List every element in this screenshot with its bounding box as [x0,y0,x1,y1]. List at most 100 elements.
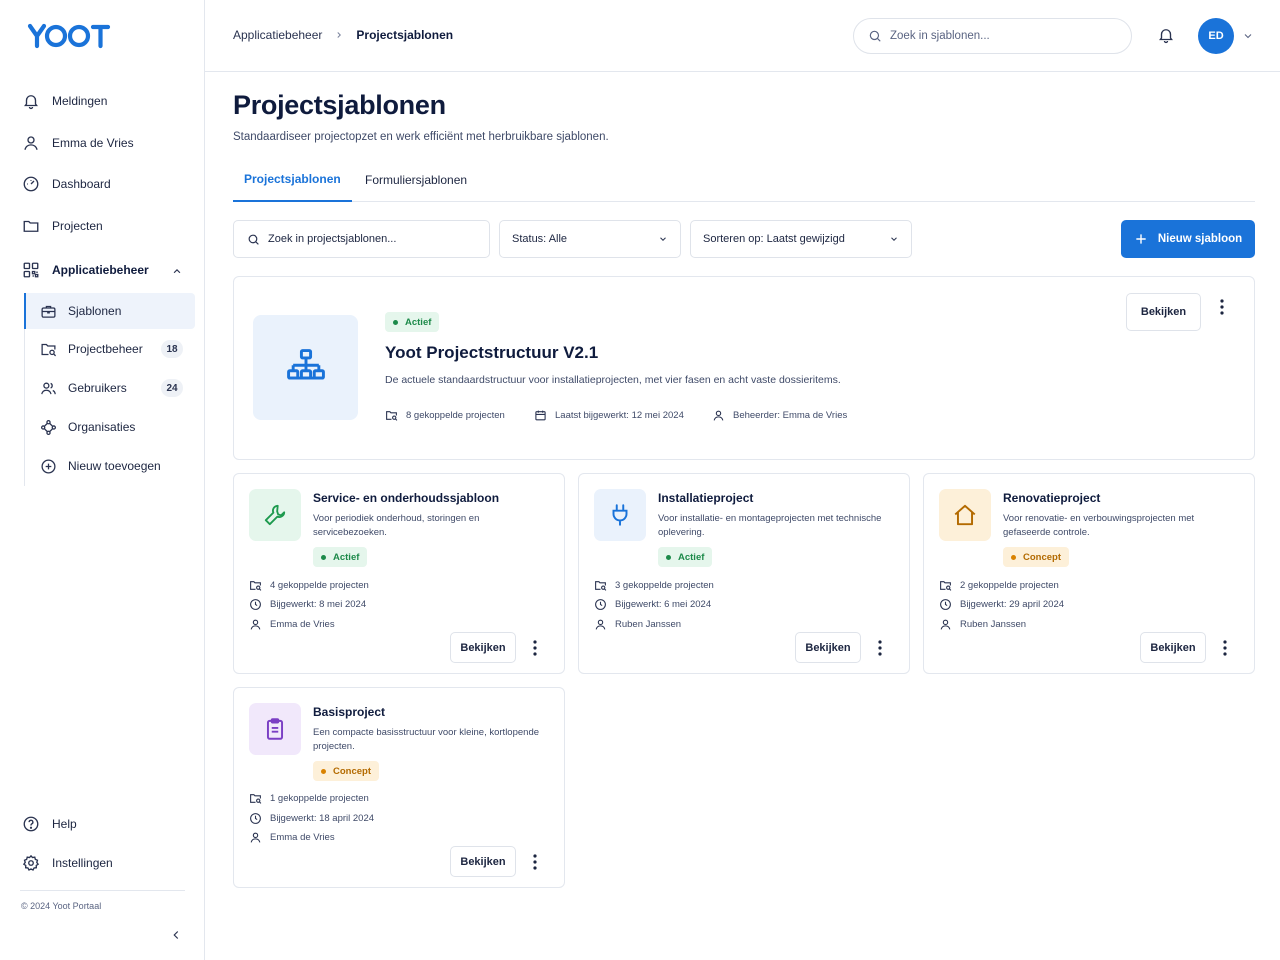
more-options-icon[interactable] [1215,298,1229,316]
view-button[interactable]: Bekijken [450,846,516,877]
chevron-down-icon[interactable] [1242,30,1254,42]
gauge-icon [23,176,39,192]
meta-text: 3 gekoppelde projecten [615,580,714,591]
template-search-input[interactable] [268,233,478,245]
view-button[interactable]: Bekijken [450,632,516,663]
sidebar-item-profile[interactable]: Emma de Vries [22,128,134,158]
network-icon [40,419,57,435]
clock-icon [595,599,606,610]
more-options-icon[interactable] [873,639,887,657]
breadcrumb: Applicatiebeheer Projectsjablonen [233,28,453,42]
sidebar-divider [20,890,185,891]
house-icon [954,504,976,526]
sidebar-item-gebruikers[interactable]: Gebruikers 24 [24,370,195,406]
sidebar-item-sjablonen[interactable]: Sjablonen [24,293,195,329]
meta-text: Bijgewerkt: 6 mei 2024 [615,599,712,610]
sort-select[interactable]: Sorteren op: Laatst gewijzigd [690,220,912,258]
sidebar-item-organisaties[interactable]: Organisaties [24,409,195,445]
more-options-icon[interactable] [528,853,542,871]
user-icon [940,619,951,630]
notifications-bell-icon[interactable] [1157,26,1175,44]
meta-text: Ruben Janssen [960,619,1027,630]
breadcrumb-item-current: Projectsjablonen [356,28,454,42]
meta-text: Laatst bijgewerkt: 12 mei 2024 [555,410,684,421]
wrench-icon [264,504,286,526]
breadcrumb-item-applicatiebeheer[interactable]: Applicatiebeheer [233,28,322,42]
status-dot [393,319,398,325]
template-card[interactable]: Service- en onderhoudssjabloon Voor peri… [233,473,565,674]
tab-projectsjablonen[interactable]: Projectsjablonen [233,158,352,202]
status-badge: Actief [313,547,368,567]
meta-text: 1 gekoppelde projecten [270,793,369,804]
search-icon [869,30,881,42]
template-title[interactable]: Installatieproject [658,491,753,505]
template-title[interactable]: Service- en onderhoudssjabloon [313,491,499,505]
chevron-down-icon [891,237,897,241]
tab-formuliersjablonen[interactable]: Formuliersjablonen [354,158,478,202]
status-label: Actief [405,316,432,328]
chevron-down-icon [660,237,666,241]
meta-owner: Emma de Vries [249,831,335,844]
sort-value: Sorteren op: Laatst gewijzigd [703,233,845,245]
template-icon-box [939,489,991,541]
sidebar-item-applicatiebeheer[interactable]: Applicatiebeheer [22,255,149,285]
status-dot [321,554,326,560]
sidebar-item-help[interactable]: Help [22,809,77,839]
copyright: © 2024 Yoot Portaal [21,901,102,911]
sidebar-item-projectbeheer[interactable]: Projectbeheer 18 [24,331,195,367]
view-button[interactable]: Bekijken [1140,632,1206,663]
sidebar-item-label: Gebruikers [68,381,127,395]
featured-template-title[interactable]: Yoot Projectstructuur V2.1 [385,343,598,363]
user-avatar[interactable]: ED [1198,18,1234,54]
template-title[interactable]: Renovatieproject [1003,491,1100,505]
sidebar-item-dashboard[interactable]: Dashboard [22,169,111,199]
sidebar: Meldingen Emma de Vries Dashboard Projec… [0,0,205,960]
chevron-up-icon[interactable] [170,264,184,278]
meta-text: Emma de Vries [270,832,335,843]
user-icon [250,619,261,630]
user-icon [250,832,261,843]
more-options-icon[interactable] [528,639,542,657]
clipboard-icon [266,718,284,740]
view-button[interactable]: Bekijken [795,632,861,663]
more-options-icon[interactable] [1218,639,1232,657]
template-card[interactable]: Basisproject Een compacte basisstructuur… [233,687,565,888]
view-button[interactable]: Bekijken [1126,293,1201,331]
template-search[interactable] [233,220,490,258]
sidebar-item-instellingen[interactable]: Instellingen [22,848,113,878]
header-search-input[interactable] [890,30,1110,42]
sidebar-item-label: Dashboard [52,177,111,191]
template-title[interactable]: Basisproject [313,705,385,719]
meta-owner: Ruben Janssen [939,618,1026,631]
featured-template-description: De actuele standaardstructuur voor insta… [385,374,841,386]
folder-search-icon [386,411,398,421]
header-search[interactable] [853,18,1132,54]
collapse-sidebar-icon[interactable] [169,928,183,942]
template-description: Voor periodiek onderhoud, storingen en s… [313,513,480,538]
user-icon [24,136,38,150]
page-subtitle: Standaardiseer projectopzet en werk effi… [233,131,609,143]
sidebar-item-nieuw-toevoegen[interactable]: Nieuw toevoegen [24,448,195,484]
sidebar-item-meldingen[interactable]: Meldingen [22,86,107,116]
template-card[interactable]: Installatieproject Voor installatie- en … [578,473,910,674]
meta-text: Bijgewerkt: 18 april 2024 [270,813,375,824]
new-template-button[interactable]: Nieuw sjabloon [1121,220,1255,258]
status-badge: Actief [658,547,713,567]
status-label: Actief [678,551,705,563]
template-card[interactable]: Renovatieproject Voor renovatie- en verb… [923,473,1255,674]
sidebar-item-label: Help [52,817,77,831]
yoot-logo[interactable] [27,23,111,49]
status-dot [666,554,671,560]
status-filter-value: Status: Alle [512,233,568,245]
status-filter-select[interactable]: Status: Alle [499,220,681,258]
plug-icon [612,504,628,526]
plus-icon [1136,234,1146,244]
sidebar-item-projecten[interactable]: Projecten [22,211,103,241]
user-icon [595,619,606,630]
featured-template-icon [253,315,358,420]
template-description: Voor renovatie- en verbouwingsprojecten … [1003,513,1195,538]
meta-linked-projects: 2 gekoppelde projecten [939,579,1059,592]
folder-search-icon [250,794,262,804]
featured-template-card[interactable]: Actief Yoot Projectstructuur V2.1 De act… [233,276,1255,460]
status-badge: Concept [313,761,379,781]
